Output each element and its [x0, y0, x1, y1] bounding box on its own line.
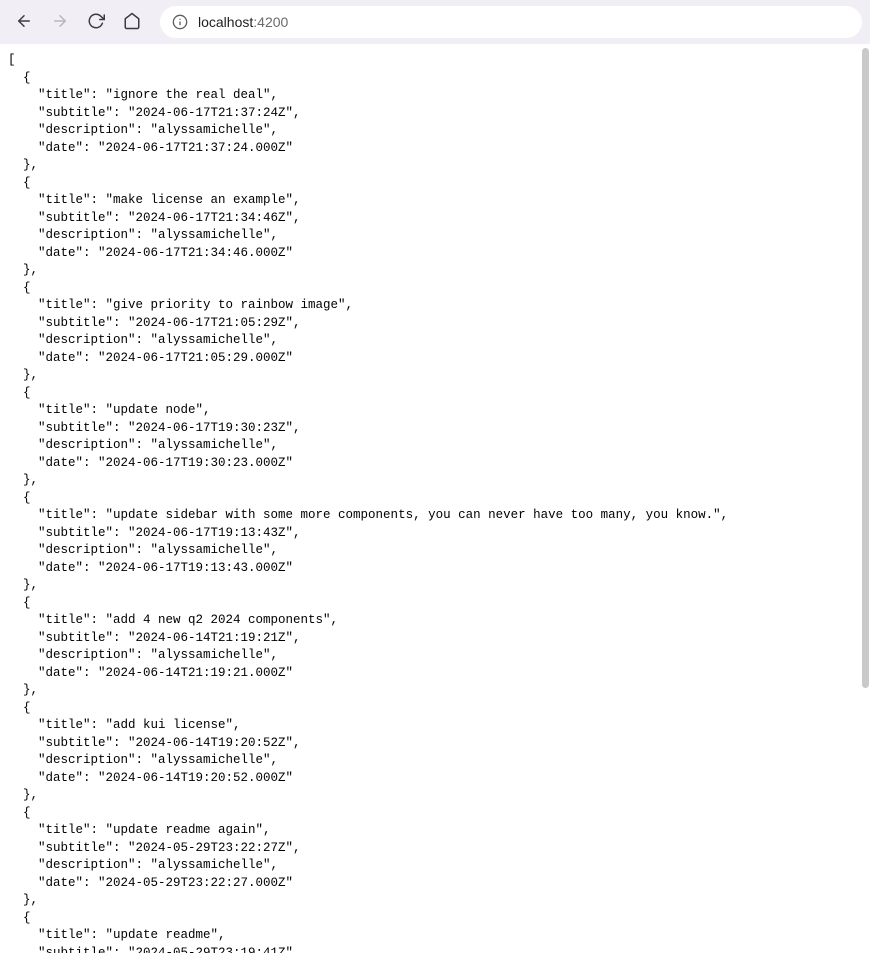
- browser-toolbar: localhost:4200: [0, 0, 870, 44]
- reload-icon: [87, 12, 105, 33]
- address-bar[interactable]: localhost:4200: [160, 6, 862, 38]
- info-icon: [172, 14, 188, 30]
- reload-button[interactable]: [80, 6, 112, 38]
- address-text: localhost:4200: [198, 14, 288, 30]
- forward-button[interactable]: [44, 6, 76, 38]
- back-button[interactable]: [8, 6, 40, 38]
- home-button[interactable]: [116, 6, 148, 38]
- arrow-right-icon: [51, 12, 69, 33]
- arrow-left-icon: [15, 12, 33, 33]
- home-icon: [123, 12, 141, 33]
- scrollbar-thumb[interactable]: [862, 48, 869, 688]
- json-response-body: [ { "title": "ignore the real deal", "su…: [0, 44, 870, 953]
